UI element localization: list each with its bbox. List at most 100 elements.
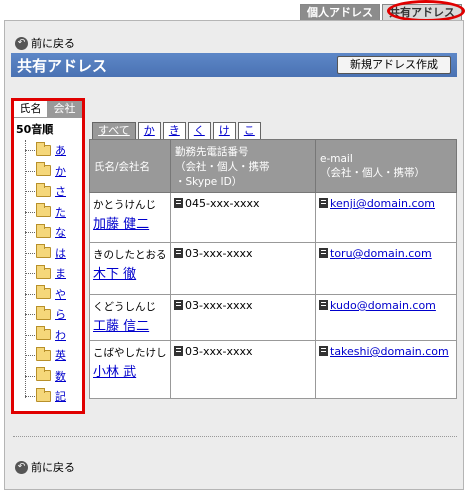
kana-tab-ki[interactable]: き	[162, 122, 186, 139]
folder-icon	[36, 223, 51, 238]
index-tree: あ か さ た な は ま や ら わ 英 数 記	[22, 140, 82, 407]
folder-icon	[36, 203, 51, 218]
phone-number: 03-xxx-xxxx	[185, 247, 253, 260]
name-cell: かとうけんじ 加藤 健二	[89, 192, 171, 243]
name-kana: きのしたとおる	[93, 249, 167, 261]
email-cell: takeshi@domain.com	[315, 340, 457, 399]
index-link[interactable]: あ	[55, 142, 66, 158]
building-icon	[319, 248, 328, 258]
tab-personal-address[interactable]: 個人アドレス	[300, 4, 380, 20]
table-row: かとうけんじ 加藤 健二 045-xxx-xxxx kenji@domain.c…	[89, 192, 457, 243]
back-link-top[interactable]: ↶ 前に戻る	[15, 35, 75, 51]
index-link[interactable]: は	[55, 245, 66, 261]
highlight-oval	[387, 0, 465, 22]
index-link[interactable]: か	[55, 163, 66, 179]
index-link[interactable]: さ	[55, 183, 66, 199]
index-link[interactable]: た	[55, 204, 66, 220]
index-item[interactable]: ら	[22, 304, 82, 325]
index-link[interactable]: 記	[55, 388, 66, 404]
email-cell: toru@domain.com	[315, 242, 457, 295]
index-item[interactable]: 数	[22, 366, 82, 387]
name-kana: こばやしたけし	[93, 347, 167, 359]
index-item[interactable]: は	[22, 243, 82, 264]
phone-number: 03-xxx-xxxx	[185, 345, 253, 358]
back-label: 前に戻る	[31, 37, 75, 50]
email-link[interactable]: kudo@domain.com	[330, 299, 436, 312]
phone-cell: 045-xxx-xxxx	[170, 192, 316, 243]
index-item[interactable]: ま	[22, 263, 82, 284]
building-icon	[319, 300, 328, 310]
folder-icon	[36, 264, 51, 279]
folder-icon	[36, 162, 51, 177]
table-header-row: 氏名/会社名 勤務先電話番号 （会社・個人・携帯 ・Skype ID） e-ma…	[89, 139, 457, 193]
bottom-divider	[13, 436, 457, 437]
page-title: 共有アドレス	[17, 56, 108, 75]
table-row: くどうしんじ 工藤 信二 03-xxx-xxxx kudo@domain.com	[89, 294, 457, 341]
contact-name-link[interactable]: 小林 武	[93, 361, 136, 380]
index-item[interactable]: か	[22, 161, 82, 182]
email-link[interactable]: takeshi@domain.com	[330, 345, 449, 358]
kana-tab-ka[interactable]: か	[137, 122, 161, 139]
phone-cell: 03-xxx-xxxx	[170, 294, 316, 341]
header-name: 氏名/会社名	[89, 139, 171, 193]
email-cell: kudo@domain.com	[315, 294, 457, 341]
index-link[interactable]: 英	[55, 347, 66, 363]
phone-number: 045-xxx-xxxx	[185, 197, 260, 210]
kana-tab-ku[interactable]: く	[187, 122, 211, 139]
building-icon	[319, 198, 328, 208]
email-link[interactable]: kenji@domain.com	[330, 197, 435, 210]
folder-icon	[36, 326, 51, 341]
name-cell: くどうしんじ 工藤 信二	[89, 294, 171, 341]
index-item[interactable]: な	[22, 222, 82, 243]
index-item[interactable]: た	[22, 202, 82, 223]
index-link[interactable]: ら	[55, 306, 66, 322]
index-item[interactable]: や	[22, 284, 82, 305]
table-row: きのしたとおる 木下 徹 03-xxx-xxxx toru@domain.com	[89, 242, 457, 295]
index-item[interactable]: 英	[22, 345, 82, 366]
phone-cell: 03-xxx-xxxx	[170, 242, 316, 295]
back-arrow-icon: ↶	[15, 460, 28, 474]
index-link[interactable]: わ	[55, 327, 66, 343]
email-link[interactable]: toru@domain.com	[330, 247, 432, 260]
contact-name-link[interactable]: 加藤 健二	[93, 213, 149, 232]
folder-icon	[36, 141, 51, 156]
folder-icon	[36, 346, 51, 361]
kana-tab-ko[interactable]: こ	[237, 122, 261, 139]
contact-name-link[interactable]: 工藤 信二	[93, 315, 149, 334]
back-arrow-icon: ↶	[15, 36, 28, 50]
building-icon	[174, 300, 183, 310]
index-heading: 50音順	[16, 123, 54, 136]
email-cell: kenji@domain.com	[315, 192, 457, 243]
folder-icon	[36, 367, 51, 382]
name-kana: くどうしんじ	[93, 301, 156, 313]
table-row: こばやしたけし 小林 武 03-xxx-xxxx takeshi@domain.…	[89, 340, 457, 399]
index-link[interactable]: な	[55, 224, 66, 240]
index-link[interactable]: ま	[55, 265, 66, 281]
new-address-button[interactable]: 新規アドレス作成	[337, 56, 451, 74]
folder-icon	[36, 305, 51, 320]
name-kana: かとうけんじ	[93, 199, 156, 211]
folder-icon	[36, 387, 51, 402]
back-link-bottom[interactable]: ↶ 前に戻る	[15, 459, 75, 475]
kana-tab-ke[interactable]: け	[212, 122, 236, 139]
index-panel: 氏名 会社 50音順 あ か さ た な は ま や ら わ 英 数 記	[11, 98, 85, 414]
building-icon	[174, 198, 183, 208]
index-link[interactable]: や	[55, 286, 66, 302]
index-item[interactable]: 記	[22, 386, 82, 407]
folder-icon	[36, 244, 51, 259]
back-label: 前に戻る	[31, 461, 75, 474]
index-item[interactable]: さ	[22, 181, 82, 202]
tab-name[interactable]: 氏名	[14, 101, 48, 117]
contact-name-link[interactable]: 木下 徹	[93, 263, 136, 282]
name-cell: こばやしたけし 小林 武	[89, 340, 171, 399]
kana-tab-all[interactable]: すべて	[92, 122, 136, 139]
tab-company[interactable]: 会社	[48, 101, 82, 117]
address-table: 氏名/会社名 勤務先電話番号 （会社・個人・携帯 ・Skype ID） e-ma…	[89, 139, 457, 399]
building-icon	[174, 248, 183, 258]
index-item[interactable]: あ	[22, 140, 82, 161]
phone-cell: 03-xxx-xxxx	[170, 340, 316, 399]
index-link[interactable]: 数	[55, 368, 66, 384]
index-tabs: 氏名 会社	[14, 101, 82, 118]
index-item[interactable]: わ	[22, 325, 82, 346]
header-email: e-mail （会社・個人・携帯）	[315, 139, 457, 193]
